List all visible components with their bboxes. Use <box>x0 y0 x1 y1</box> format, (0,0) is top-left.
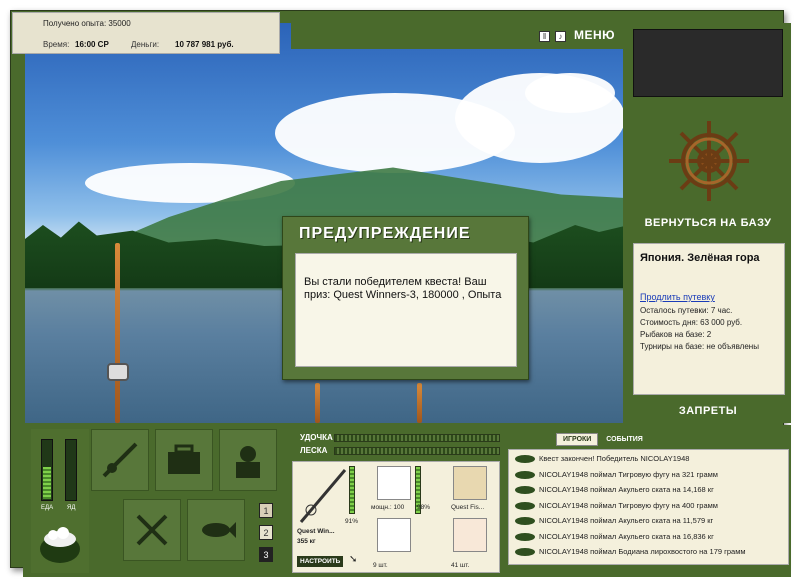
food-button[interactable] <box>123 499 181 561</box>
time-label: Время: <box>43 40 70 49</box>
events-panel: ИГРОКИ СОБЫТИЯ Квест закончен! Победител… <box>506 429 791 573</box>
food-meter <box>41 439 53 501</box>
bottom-panel: ЕДА ЯД 1 2 3 УДОЧКА ЛЕСКА 91% Quest Win.… <box>23 425 791 577</box>
tab-events[interactable]: СОБЫТИЯ <box>600 434 649 445</box>
base-panel: ВЕРНУТЬСЯ НА БАЗУ Япония. Зелёная гора П… <box>625 23 791 423</box>
line-label: ЛЕСКА <box>300 446 328 455</box>
dialog-title: ПРЕДУПРЕЖДЕНИЕ <box>299 225 471 242</box>
fish-icon <box>515 486 535 494</box>
page-button-3[interactable]: 3 <box>259 547 273 562</box>
top-bar: ‖ ♪ МЕНЮ <box>291 23 623 49</box>
catch-button[interactable] <box>187 499 245 561</box>
fisher-button[interactable] <box>219 429 277 491</box>
rod-condition-bar <box>349 466 355 514</box>
reel-slot[interactable] <box>377 466 411 500</box>
rod-name: Quest Win... <box>297 528 335 535</box>
tournaments-status: Турниры на базе: не объявлены <box>640 342 759 351</box>
location-name: Япония. Зелёная гора <box>640 252 760 264</box>
tackle-box-button[interactable] <box>155 429 213 491</box>
bait-name: Quest Fis... <box>451 504 485 511</box>
bans-button[interactable]: ЗАПРЕТЫ <box>625 405 791 417</box>
page-button-2[interactable]: 2 <box>259 525 273 540</box>
trip-remaining: Осталось путевки: 7 час. <box>640 306 733 315</box>
food-meter-fill <box>43 467 51 499</box>
fishing-rod-2[interactable] <box>315 383 320 423</box>
fishing-rod-3[interactable] <box>417 383 422 423</box>
rod-tension-bar <box>334 434 500 442</box>
rod-weight: 355 кг <box>297 538 316 545</box>
menu-button[interactable]: МЕНЮ <box>574 28 615 42</box>
money-value: 10 787 981 руб. <box>175 40 234 49</box>
rod-icon <box>102 442 138 478</box>
reel-1 <box>107 363 129 381</box>
sound-icon[interactable]: ♪ <box>555 31 566 42</box>
events-list: Квест закончен! Победитель NICOLAY1948 NI… <box>508 449 789 565</box>
rod-percent: 91% <box>345 518 359 525</box>
tab-players[interactable]: ИГРОКИ <box>556 433 599 446</box>
rod-image-icon <box>299 469 347 523</box>
event-row: NICOLAY1948 поймал Тигровую фугу на 400 … <box>539 500 718 510</box>
tackle-grid: 91% Quest Win... 355 кг НАСТРОИТЬ ➘ мощн… <box>292 461 500 573</box>
ship-wheel-icon[interactable] <box>665 117 753 205</box>
fork-knife-icon <box>136 514 168 546</box>
event-row: NICOLAY1948 поймал Акульего ската на 14,… <box>539 485 714 494</box>
fisher-icon <box>236 446 260 478</box>
fish-icon <box>515 470 535 479</box>
poison-label: ЯД <box>67 505 76 511</box>
event-row: NICOLAY1948 поймал Акульего ската на 11,… <box>539 516 714 525</box>
event-row: NICOLAY1948 поймал Тигровую фугу на 321 … <box>539 469 718 479</box>
tackle-box-icon <box>168 444 200 474</box>
pause-icon[interactable]: ‖ <box>539 31 550 42</box>
rod-label: УДОЧКА <box>300 433 333 442</box>
page-button-1[interactable]: 1 <box>259 503 273 518</box>
cauldron-icon[interactable] <box>37 521 83 565</box>
food-label: ЕДА <box>41 505 54 511</box>
event-row: Квест закончен! Победитель NICOLAY1948 <box>539 454 690 463</box>
poison-meter <box>65 439 77 501</box>
tackle-panel: УДОЧКА ЛЕСКА 91% Quest Win... 355 кг НАС… <box>288 429 504 573</box>
extend-trip-link[interactable]: Продлить путевку <box>640 292 715 302</box>
event-row: NICOLAY1948 поймал Акульего ската на 16,… <box>539 531 714 541</box>
rods-button[interactable] <box>91 429 149 491</box>
fish-icon <box>515 455 535 463</box>
xp-text: Получено опыта: 35000 <box>43 19 131 28</box>
events-tabs: ИГРОКИ СОБЫТИЯ <box>556 433 649 446</box>
base-info: Япония. Зелёная гора Продлить путевку Ос… <box>633 243 785 395</box>
reel-power: мощн.: 100 <box>371 504 405 511</box>
game-window: Получено опыта: 35000 Время: 16:00 СР Де… <box>10 10 791 577</box>
ad-box <box>633 29 783 97</box>
event-row: NICOLAY1948 поймал Бодиана лирохвостого … <box>539 547 746 556</box>
line-tension-bar <box>334 447 500 455</box>
warning-dialog[interactable]: ПРЕДУПРЕЖДЕНИЕ Вы стали победителем квес… <box>282 216 529 380</box>
lure-slot[interactable] <box>453 466 487 500</box>
fishing-rod-1[interactable] <box>115 243 120 423</box>
arrow-icon: ➘ <box>349 554 358 565</box>
hook-slot[interactable] <box>377 518 411 552</box>
time-value: 16:00 СР <box>75 40 109 49</box>
fish-icon <box>515 517 535 525</box>
bait-slot[interactable] <box>453 518 487 552</box>
back-to-base-button[interactable]: ВЕРНУТЬСЯ НА БАЗУ <box>625 217 791 229</box>
fish-icon <box>515 548 535 556</box>
hooks-count: 9 шт. <box>373 562 388 569</box>
player-info-panel: Получено опыта: 35000 Время: 16:00 СР Де… <box>12 12 280 54</box>
status-meters: ЕДА ЯД <box>31 429 89 573</box>
setup-button[interactable]: НАСТРОИТЬ <box>297 556 344 567</box>
day-cost: Стоимость дня: 63 000 руб. <box>640 318 743 327</box>
fish-icon <box>202 522 236 538</box>
money-label: Деньги: <box>131 40 160 49</box>
fish-icon <box>515 501 535 510</box>
fishers-count: Рыбаков на базе: 2 <box>640 330 712 339</box>
bait-count: 41 шт. <box>451 562 470 569</box>
dialog-message: Вы стали победителем квеста! Ваш приз: Q… <box>295 253 517 367</box>
reel-percent: 98% <box>417 504 431 511</box>
fish-icon <box>515 532 535 541</box>
